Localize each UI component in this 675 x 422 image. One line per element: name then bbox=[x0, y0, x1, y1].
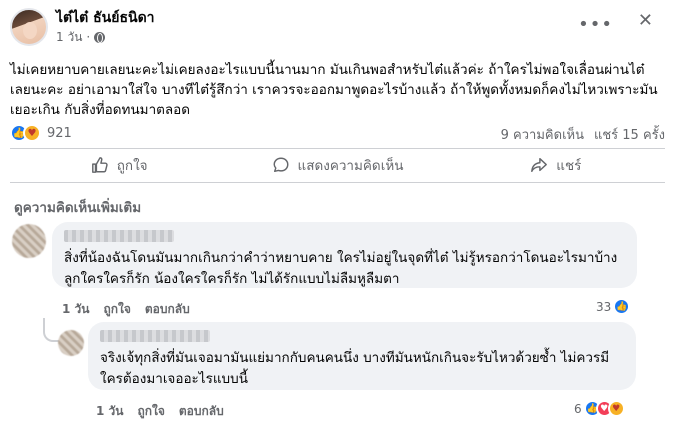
replier-name-blurred[interactable] bbox=[100, 330, 210, 342]
globe-icon[interactable] bbox=[94, 31, 106, 43]
post-stats: 9 ความคิดเห็น แชร์ 15 ครั้ง bbox=[501, 124, 665, 145]
separator-dot: · bbox=[86, 30, 91, 44]
share-label: แชร์ bbox=[556, 158, 582, 174]
reply-time[interactable]: 1 วัน bbox=[96, 402, 123, 421]
close-icon[interactable]: ✕ bbox=[638, 10, 653, 31]
divider bbox=[10, 148, 665, 149]
care-reaction-icon: ♥ bbox=[607, 400, 625, 417]
more-options-icon[interactable]: ••• bbox=[578, 14, 613, 35]
comment-reactions[interactable]: 33 👍 bbox=[596, 298, 631, 315]
share-icon bbox=[531, 157, 548, 173]
author-name[interactable]: ไต๋ไต๋ ธันย์ธนิดา bbox=[56, 9, 155, 27]
action-bar: ถูกใจ แสดงความคิดเห็น แชร์ bbox=[10, 150, 665, 180]
comment-bubble: สิ่งที่น้องฉันโดนมันมากเกินกว่าคำว่าหยาบ… bbox=[52, 222, 637, 288]
comment-label: แสดงความคิดเห็น bbox=[297, 158, 404, 174]
shares-count[interactable]: แชร์ 15 ครั้ง bbox=[594, 124, 665, 145]
post-text: ไม่เคยหยาบคายเลยนะคะไม่เคยลงอะไรแบบนี้นา… bbox=[10, 62, 658, 118]
like-reaction-icon: 👍 bbox=[613, 298, 631, 315]
reaction-count: 921 bbox=[47, 125, 72, 141]
share-button[interactable]: แชร์ bbox=[447, 150, 665, 180]
comment-button[interactable]: แสดงความคิดเห็น bbox=[228, 150, 446, 180]
post-header: ไต๋ไต๋ ธันย์ธนิดา 1 วัน · bbox=[10, 8, 155, 46]
replier-avatar[interactable] bbox=[58, 330, 84, 356]
commenter-avatar[interactable] bbox=[12, 224, 46, 258]
thumbs-up-icon bbox=[91, 157, 108, 173]
author-avatar[interactable] bbox=[10, 8, 48, 46]
care-reaction-icon: ♥ bbox=[23, 124, 41, 142]
comment-reaction-count: 33 bbox=[596, 299, 612, 314]
comment-icon bbox=[273, 157, 288, 173]
commenter-name-blurred[interactable] bbox=[64, 230, 174, 242]
like-label: ถูกใจ bbox=[116, 158, 148, 174]
reply-reaction-count: 6 bbox=[574, 401, 582, 416]
view-more-comments-link[interactable]: ดูความคิดเห็นเพิ่มเติม bbox=[14, 196, 141, 218]
like-button[interactable]: ถูกใจ bbox=[10, 150, 228, 180]
comment-text: สิ่งที่น้องฉันโดนมันมากเกินกว่าคำว่าหยาบ… bbox=[64, 250, 618, 287]
reply-actions: 1 วัน ถูกใจ ตอบกลับ bbox=[96, 402, 224, 421]
reply-text: จริงเจ้ทุกสิ่งที่มันเจอมามันแย่มากกับคนค… bbox=[100, 350, 610, 387]
divider bbox=[10, 182, 665, 183]
comment-time[interactable]: 1 วัน bbox=[62, 300, 89, 319]
post-time[interactable]: 1 วัน bbox=[56, 29, 82, 45]
comments-count[interactable]: 9 ความคิดเห็น bbox=[501, 124, 584, 145]
comment-actions: 1 วัน ถูกใจ ตอบกลับ bbox=[62, 300, 190, 319]
reply-like-button[interactable]: ถูกใจ bbox=[137, 402, 164, 421]
reply-reply-button[interactable]: ตอบกลับ bbox=[179, 402, 224, 421]
comment-like-button[interactable]: ถูกใจ bbox=[103, 300, 130, 319]
reply-bubble: จริงเจ้ทุกสิ่งที่มันเจอมามันแย่มากกับคนค… bbox=[88, 322, 636, 390]
reaction-summary[interactable]: 👍 ♥ 921 bbox=[10, 124, 72, 142]
reply-reactions[interactable]: 6 👍 ♥ ♥ bbox=[574, 400, 625, 417]
comment-reply-button[interactable]: ตอบกลับ bbox=[145, 300, 190, 319]
